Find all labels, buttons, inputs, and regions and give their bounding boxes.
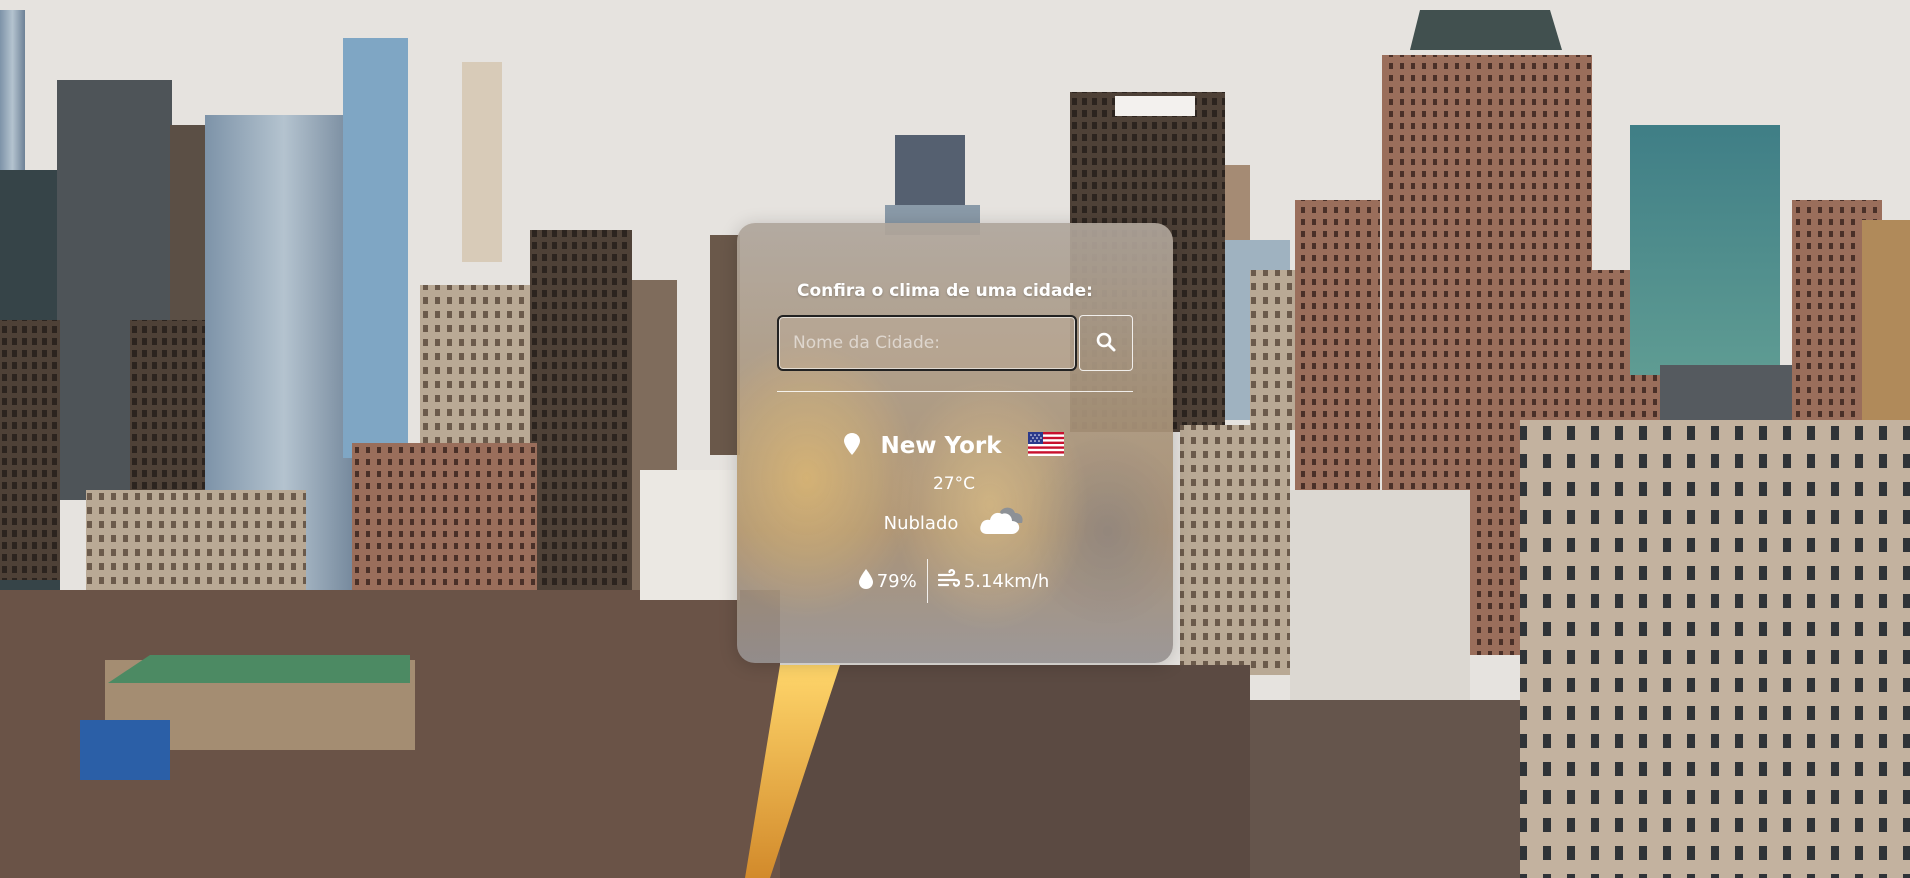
search-form [777, 315, 1133, 371]
map-marker-icon [844, 433, 861, 459]
city-row: New York [777, 430, 1131, 462]
search-icon [1096, 332, 1116, 355]
weather-description: Nublado [883, 513, 959, 534]
weather-description-row: Nublado [777, 506, 1131, 541]
humidity: 79% [849, 568, 927, 594]
humidity-value: 79% [876, 570, 917, 592]
us-flag-icon [1027, 432, 1064, 460]
cloud-icon [978, 506, 1024, 541]
city-name: New York [880, 433, 1002, 459]
weather-data: New York 27°C Nublado 79% 5.14km/h [777, 430, 1133, 603]
weather-details: 79% 5.14km/h [777, 559, 1131, 603]
wind-value: 5.14km/h [963, 570, 1050, 592]
wind-icon [937, 568, 960, 594]
card-title: Confira o clima de uma cidade: [797, 281, 1093, 301]
weather-card: Confira o clima de uma cidade: New York [737, 223, 1173, 663]
wind: 5.14km/h [928, 568, 1060, 594]
city-search-input[interactable] [777, 315, 1077, 371]
divider [777, 391, 1133, 392]
droplet-icon [858, 568, 873, 594]
temperature: 27°C [932, 474, 975, 494]
search-button[interactable] [1079, 315, 1133, 371]
